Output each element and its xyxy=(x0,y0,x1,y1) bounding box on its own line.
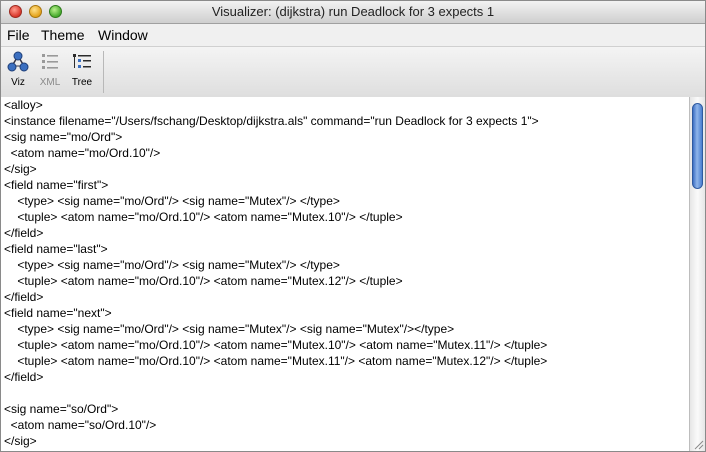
text-line: <sig name="so/Ord"> xyxy=(4,402,119,416)
text-line: <tuple> <atom name="mo/Ord.10"/> <atom n… xyxy=(4,354,548,368)
title-bar[interactable]: Visualizer: (dijkstra) run Deadlock for … xyxy=(1,1,705,24)
xml-list-icon xyxy=(42,54,58,69)
menu-file[interactable]: File xyxy=(7,27,30,43)
text-line: </field> xyxy=(4,226,44,240)
tree-button[interactable]: Tree xyxy=(69,51,95,88)
viz-button[interactable]: Viz xyxy=(5,51,31,88)
text-line: <tuple> <atom name="mo/Ord.10"/> <atom n… xyxy=(4,338,548,352)
toolbar-separator xyxy=(103,51,104,93)
tree-button-label: Tree xyxy=(71,77,93,88)
text-line: </sig> xyxy=(4,162,37,176)
xml-button-label: XML xyxy=(39,77,61,88)
text-line: <type> <sig name="mo/Ord"/> <sig name="M… xyxy=(4,258,340,272)
tree-list-icon xyxy=(73,54,91,68)
viz-button-label: Viz xyxy=(11,77,25,88)
text-line: </field> xyxy=(4,290,44,304)
text-line: <tuple> <atom name="mo/Ord.10"/> <atom n… xyxy=(4,210,403,224)
vertical-scrollbar[interactable] xyxy=(689,97,705,451)
text-line: <field name="first"> xyxy=(4,178,109,192)
text-line: <sig name="mo/Ord"> xyxy=(4,130,123,144)
text-line: <alloy> xyxy=(4,98,43,112)
text-line: <field name="next"> xyxy=(4,306,112,320)
scrollbar-thumb[interactable] xyxy=(692,103,703,189)
menu-window[interactable]: Window xyxy=(98,27,148,43)
window-title: Visualizer: (dijkstra) run Deadlock for … xyxy=(211,4,495,19)
text-line: <field name="last"> xyxy=(4,242,108,256)
text-line: <atom name="mo/Ord.10"/> xyxy=(4,146,161,160)
viz-graph-icon xyxy=(7,51,29,72)
resize-grip-icon[interactable] xyxy=(692,438,704,450)
text-line: </sig> xyxy=(4,434,37,448)
toolbar: Viz XML Tree xyxy=(1,46,705,98)
menu-theme[interactable]: Theme xyxy=(41,27,85,43)
xml-text-area[interactable]: <alloy> <instance filename="/Users/fscha… xyxy=(1,97,689,451)
xml-button[interactable]: XML xyxy=(37,51,63,88)
text-line: <type> <sig name="mo/Ord"/> <sig name="M… xyxy=(4,194,340,208)
text-line: <atom name="so/Ord.10"/> xyxy=(4,418,157,432)
text-line: <instance filename="/Users/fschang/Deskt… xyxy=(4,114,539,128)
text-line: </field> xyxy=(4,370,44,384)
text-line: <tuple> <atom name="mo/Ord.10"/> <atom n… xyxy=(4,274,403,288)
visualizer-window: Visualizer: (dijkstra) run Deadlock for … xyxy=(0,0,706,452)
text-line: <type> <sig name="mo/Ord"/> <sig name="M… xyxy=(4,322,455,336)
menu-bar: File Theme Window xyxy=(1,24,705,46)
